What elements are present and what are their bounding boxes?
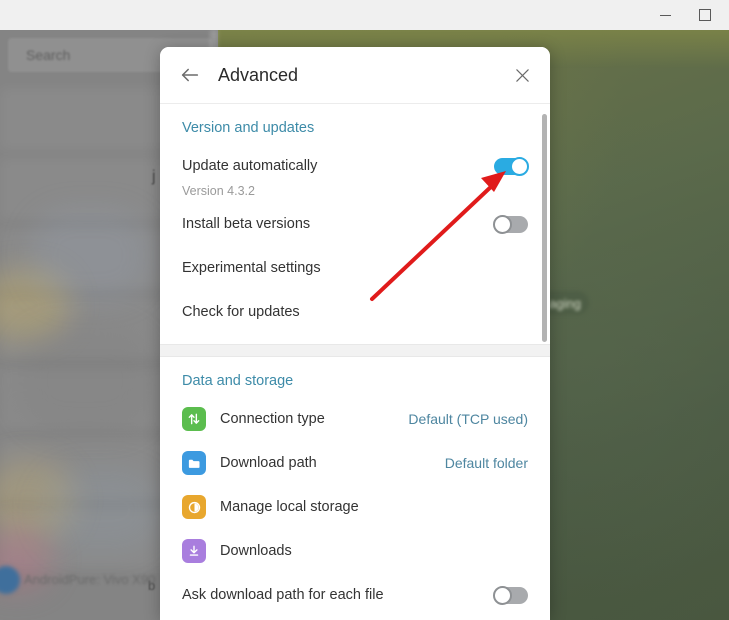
update-automatically-toggle[interactable] <box>494 156 529 176</box>
row-label: Update automatically <box>182 158 318 174</box>
pie-chart-icon <box>182 495 206 519</box>
ask-download-path-toggle[interactable] <box>493 585 528 605</box>
row-label: Check for updates <box>182 304 300 320</box>
row-check-for-updates[interactable]: Check for updates <box>160 290 550 334</box>
close-button[interactable] <box>504 57 540 93</box>
row-experimental-settings[interactable]: Experimental settings <box>160 246 550 290</box>
backdrop-caption: AndroidPure: Vivo X90 <box>24 572 156 587</box>
list-item[interactable] <box>0 298 180 360</box>
list-item[interactable] <box>0 438 180 500</box>
toggle-knob <box>493 214 512 234</box>
row-label: Connection type <box>220 411 325 427</box>
backdrop-ghost-text: j <box>152 168 156 185</box>
row-label: Downloads <box>220 543 292 559</box>
dialog-scroll-body[interactable]: Version and updates Update automatically… <box>160 104 550 620</box>
list-item[interactable] <box>0 88 180 150</box>
download-icon <box>182 539 206 563</box>
row-value[interactable]: Default folder <box>445 455 528 471</box>
maximize-icon <box>699 9 711 21</box>
row-label: Manage local storage <box>220 499 359 515</box>
toggle-knob <box>510 156 529 176</box>
install-beta-versions-toggle[interactable] <box>493 214 528 234</box>
minimize-button[interactable] <box>645 0 685 30</box>
dialog-header: Advanced <box>160 47 550 104</box>
row-label: Install beta versions <box>182 216 311 232</box>
row-label: Experimental settings <box>182 260 321 276</box>
row-value[interactable]: Default (TCP used) <box>408 411 528 427</box>
advanced-settings-dialog: Advanced Version and updates Update auto… <box>160 47 550 620</box>
section-data-and-storage: Data and storage Connection type Default… <box>160 357 550 620</box>
toggle-knob <box>493 585 512 605</box>
connection-arrows-icon <box>182 407 206 431</box>
scrollbar-track[interactable] <box>541 104 548 620</box>
arrow-left-icon <box>181 68 199 82</box>
row-ask-download-path[interactable]: Ask download path for each file <box>160 573 550 617</box>
window-titlebar <box>0 0 729 30</box>
section-divider <box>160 344 550 357</box>
scrollbar-thumb[interactable] <box>542 114 547 342</box>
list-item[interactable] <box>0 368 180 430</box>
folder-icon <box>182 451 206 475</box>
row-downloads[interactable]: Downloads <box>160 529 550 573</box>
maximize-button[interactable] <box>685 0 725 30</box>
section-version-and-updates: Version and updates Update automatically… <box>160 104 550 344</box>
close-icon <box>515 68 529 82</box>
list-item[interactable] <box>0 508 180 570</box>
row-update-automatically[interactable]: Update automatically <box>160 144 550 188</box>
row-label: Ask download path for each file <box>182 587 384 603</box>
row-install-beta-versions[interactable]: Install beta versions <box>160 202 550 246</box>
row-label: Download path <box>220 455 317 471</box>
section-title: Data and storage <box>182 373 294 389</box>
row-download-path[interactable]: Download path Default folder <box>160 441 550 485</box>
section-title: Version and updates <box>182 120 315 136</box>
back-button[interactable] <box>168 53 212 97</box>
list-item[interactable] <box>0 228 180 290</box>
row-manage-local-storage[interactable]: Manage local storage <box>160 485 550 529</box>
row-connection-type[interactable]: Connection type Default (TCP used) <box>160 397 550 441</box>
minimize-icon <box>659 14 671 16</box>
dialog-title: Advanced <box>218 64 299 85</box>
